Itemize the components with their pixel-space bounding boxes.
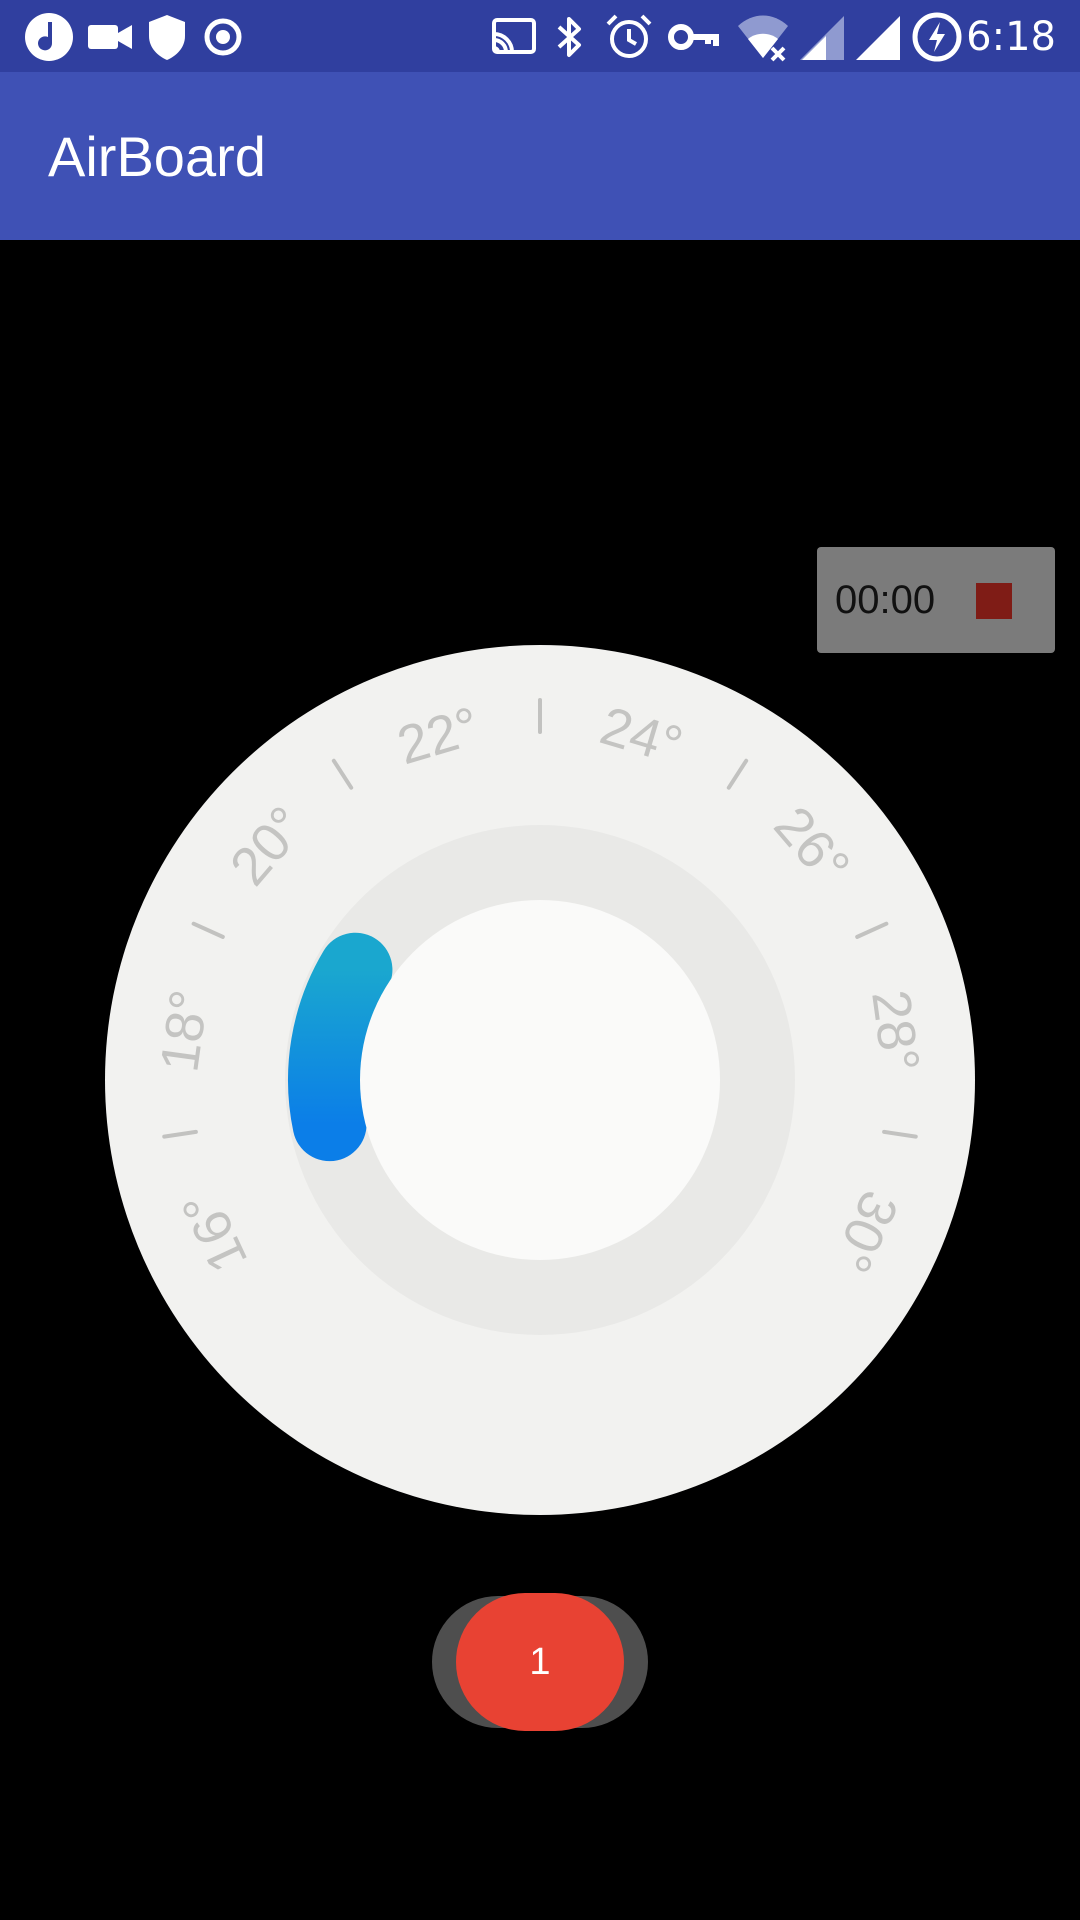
selected-temperature-arc[interactable] xyxy=(288,932,393,1162)
dial-tick-label: 18° xyxy=(149,986,220,1075)
dial-tick-label: 28° xyxy=(860,986,931,1075)
toggle-label: 1 xyxy=(529,1641,551,1683)
timer-text: 00:00 xyxy=(835,578,936,622)
power-toggle[interactable]: 1 xyxy=(432,1593,648,1731)
dial-center xyxy=(360,900,720,1260)
stop-icon[interactable] xyxy=(976,583,1012,619)
recording-timer: 00:00 xyxy=(817,547,1055,653)
